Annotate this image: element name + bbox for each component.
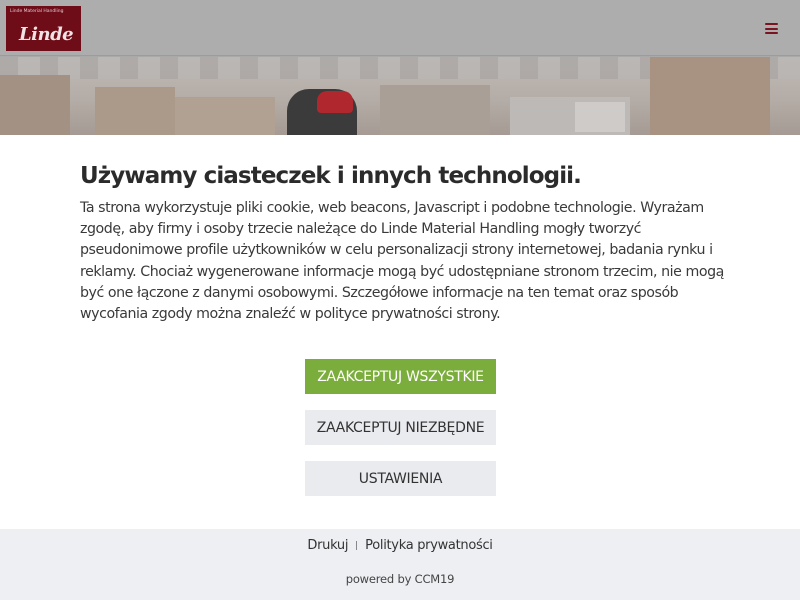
settings-button[interactable]: USTAWIENIA: [305, 461, 496, 496]
footer-links: Drukuj Polityka prywatności: [0, 538, 800, 553]
hero-image: [0, 57, 800, 135]
logo-subtitle: Linde Material Handling: [10, 9, 64, 14]
dialog-title: Używamy ciasteczek i innych technologii.: [80, 163, 582, 189]
hamburger-menu-icon[interactable]: [765, 23, 778, 34]
linde-logo[interactable]: Linde Material Handling Linde: [6, 6, 81, 51]
accept-all-button[interactable]: ZAAKCEPTUJ WSZYSTKIE: [305, 359, 496, 394]
print-link[interactable]: Drukuj: [307, 538, 348, 553]
site-header: Linde Material Handling Linde: [0, 0, 800, 56]
link-separator: [356, 541, 358, 550]
privacy-policy-link[interactable]: Polityka prywatności: [365, 538, 493, 553]
dialog-footer: Drukuj Polityka prywatności powered by CC…: [0, 529, 800, 600]
powered-by-link[interactable]: powered by CCM19: [0, 572, 800, 586]
logo-wordmark: Linde: [19, 24, 74, 45]
dialog-body-text: Ta strona wykorzystuje pliki cookie, web…: [80, 200, 724, 323]
accept-necessary-button[interactable]: ZAAKCEPTUJ NIEZBĘDNE: [305, 410, 496, 445]
cookie-consent-dialog: Używamy ciasteczek i innych technologii.…: [0, 135, 800, 529]
